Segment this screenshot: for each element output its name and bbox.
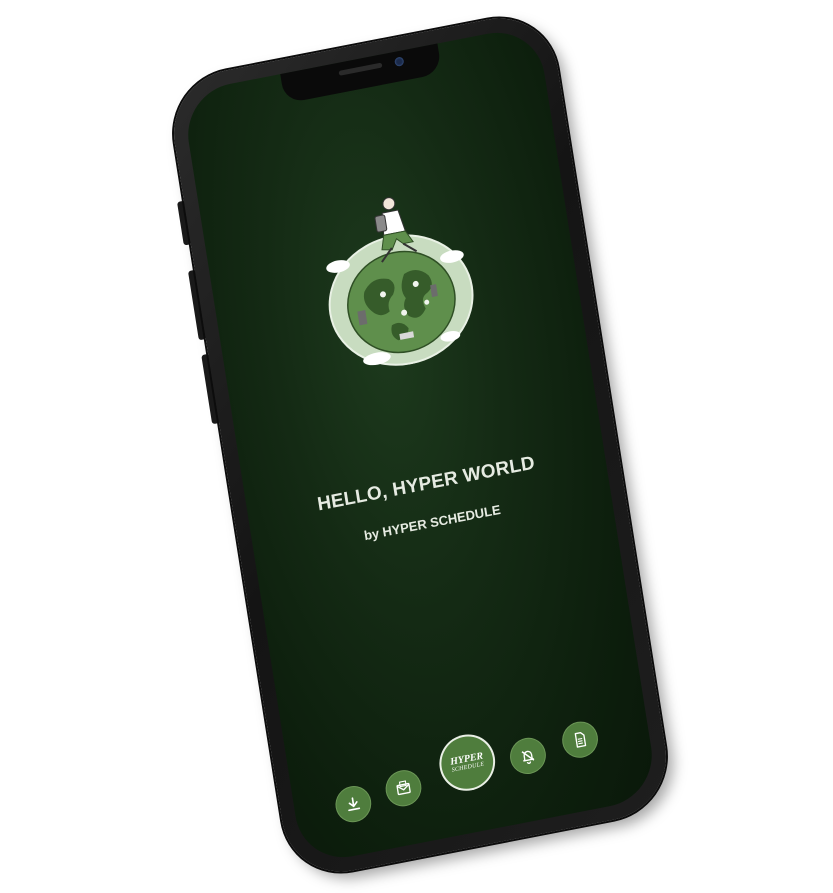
mockup-stage: HELLO, HYPER WORLD by HYPER SCHEDULE HYP…: [0, 0, 833, 893]
mail-button[interactable]: [384, 768, 423, 809]
globe-runner-image: [326, 197, 474, 366]
document-button[interactable]: [560, 719, 600, 760]
mail-icon: [396, 780, 411, 796]
download-button[interactable]: [333, 784, 373, 825]
front-camera: [394, 56, 405, 67]
notifications-off-icon: [521, 750, 535, 765]
phone-device: HELLO, HYPER WORLD by HYPER SCHEDULE HYP…: [165, 7, 675, 883]
hyper-schedule-home-button[interactable]: HYPER SCHEDULE: [437, 731, 497, 794]
phone-screen: HELLO, HYPER WORLD by HYPER SCHEDULE HYP…: [181, 24, 659, 866]
download-icon: [348, 797, 361, 812]
document-icon: [574, 732, 587, 748]
speaker-grille: [338, 62, 383, 76]
notifications-off-button[interactable]: [508, 735, 548, 776]
globe-illustration: [311, 182, 485, 379]
